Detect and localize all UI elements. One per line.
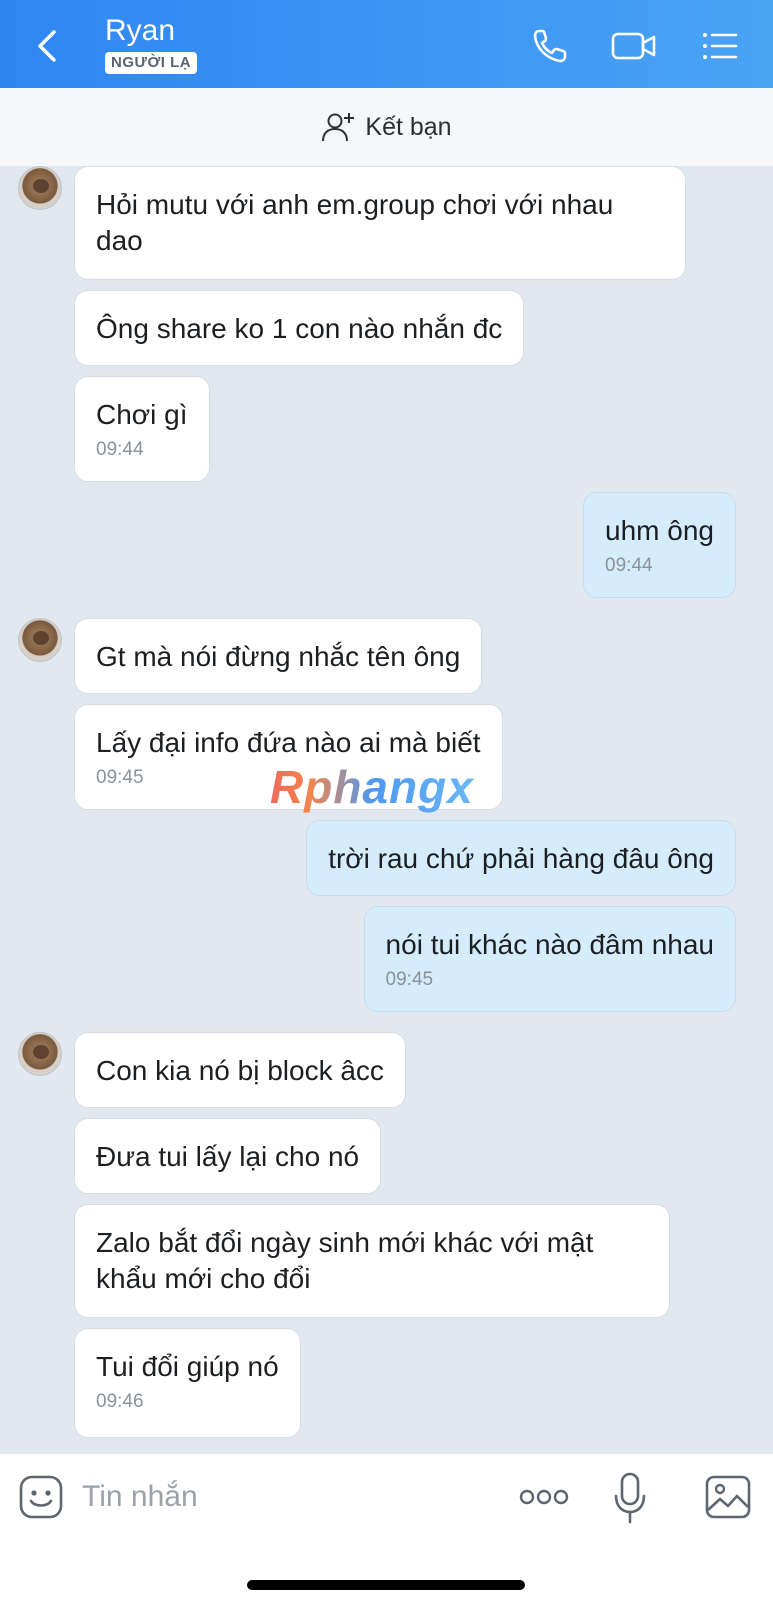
message-input[interactable] xyxy=(82,1476,482,1518)
message-bubble[interactable]: Zalo bắt đổi ngày sinh mới khác với mật … xyxy=(74,1204,670,1318)
message-bubble[interactable]: trời rau chứ phải hàng đâu ông xyxy=(306,820,736,896)
message-text: Ông share ko 1 con nào nhắn đc xyxy=(96,313,503,344)
message-bubble[interactable]: Con kia nó bị block âcc xyxy=(74,1032,406,1108)
message-text: Chơi gì xyxy=(96,399,188,430)
message-text: Zalo bắt đổi ngày sinh mới khác với mật … xyxy=(96,1227,594,1294)
video-camera-icon[interactable] xyxy=(610,26,658,66)
message-bubble[interactable]: Gt mà nói đừng nhắc tên ông xyxy=(74,618,483,694)
message-text: trời rau chứ phải hàng đâu ông xyxy=(328,843,714,874)
list-menu-icon[interactable] xyxy=(700,26,740,66)
message-time: 09:44 xyxy=(96,439,144,460)
contact-name: Ryan xyxy=(105,14,176,47)
message-text: Đưa tui lấy lại cho nó xyxy=(96,1141,360,1172)
ellipsis-icon[interactable] xyxy=(518,1482,570,1512)
message-text: Gt mà nói đừng nhắc tên ông xyxy=(96,641,461,672)
message-text: nói tui khác nào đâm nhau xyxy=(385,929,714,960)
message-time: 09:44 xyxy=(605,555,653,576)
message-bubble[interactable]: Chơi gì 09:44 xyxy=(74,376,210,482)
message-text: Lấy đại info đứa nào ai mà biết xyxy=(96,727,481,758)
message-text: uhm ông xyxy=(605,515,714,546)
chat-header: Ryan NGƯỜI LẠ xyxy=(0,0,773,88)
phone-icon[interactable] xyxy=(530,26,570,66)
message-time: 09:46 xyxy=(96,1391,144,1412)
contact-title-block[interactable]: Ryan NGƯỜI LẠ xyxy=(105,14,198,74)
message-text: Hỏi mutu với anh em.group chơi với nhau … xyxy=(96,189,614,256)
add-friend-button[interactable]: Kết bạn xyxy=(0,88,773,166)
message-bubble[interactable]: Tui đổi giúp nó 09:46 xyxy=(74,1328,301,1438)
contact-avatar[interactable] xyxy=(18,166,62,210)
message-bubble[interactable]: uhm ông 09:44 xyxy=(583,492,736,598)
message-composer xyxy=(0,1454,773,1600)
message-text: Con kia nó bị block âcc xyxy=(96,1055,384,1086)
back-chevron-icon[interactable] xyxy=(30,26,66,66)
message-bubble[interactable]: nói tui khác nào đâm nhau 09:45 xyxy=(363,906,736,1012)
smiley-sticker-icon[interactable] xyxy=(18,1474,64,1520)
contact-avatar[interactable] xyxy=(18,1032,62,1076)
message-bubble[interactable]: Hỏi mutu với anh em.group chơi với nhau … xyxy=(74,166,686,280)
add-friend-label: Kết bạn xyxy=(365,112,452,141)
contact-avatar[interactable] xyxy=(18,618,62,662)
watermark-logo: Rphangx xyxy=(270,761,474,813)
microphone-icon[interactable] xyxy=(612,1472,648,1524)
message-bubble[interactable]: Đưa tui lấy lại cho nó xyxy=(74,1118,382,1194)
image-icon[interactable] xyxy=(704,1474,752,1520)
message-bubble[interactable]: Ông share ko 1 con nào nhắn đc xyxy=(74,290,525,366)
home-indicator xyxy=(247,1580,525,1590)
add-user-icon xyxy=(322,113,355,142)
message-time: 09:45 xyxy=(385,969,434,990)
message-text: Tui đổi giúp nó xyxy=(96,1351,279,1382)
stranger-badge: NGƯỜI LẠ xyxy=(105,52,198,74)
